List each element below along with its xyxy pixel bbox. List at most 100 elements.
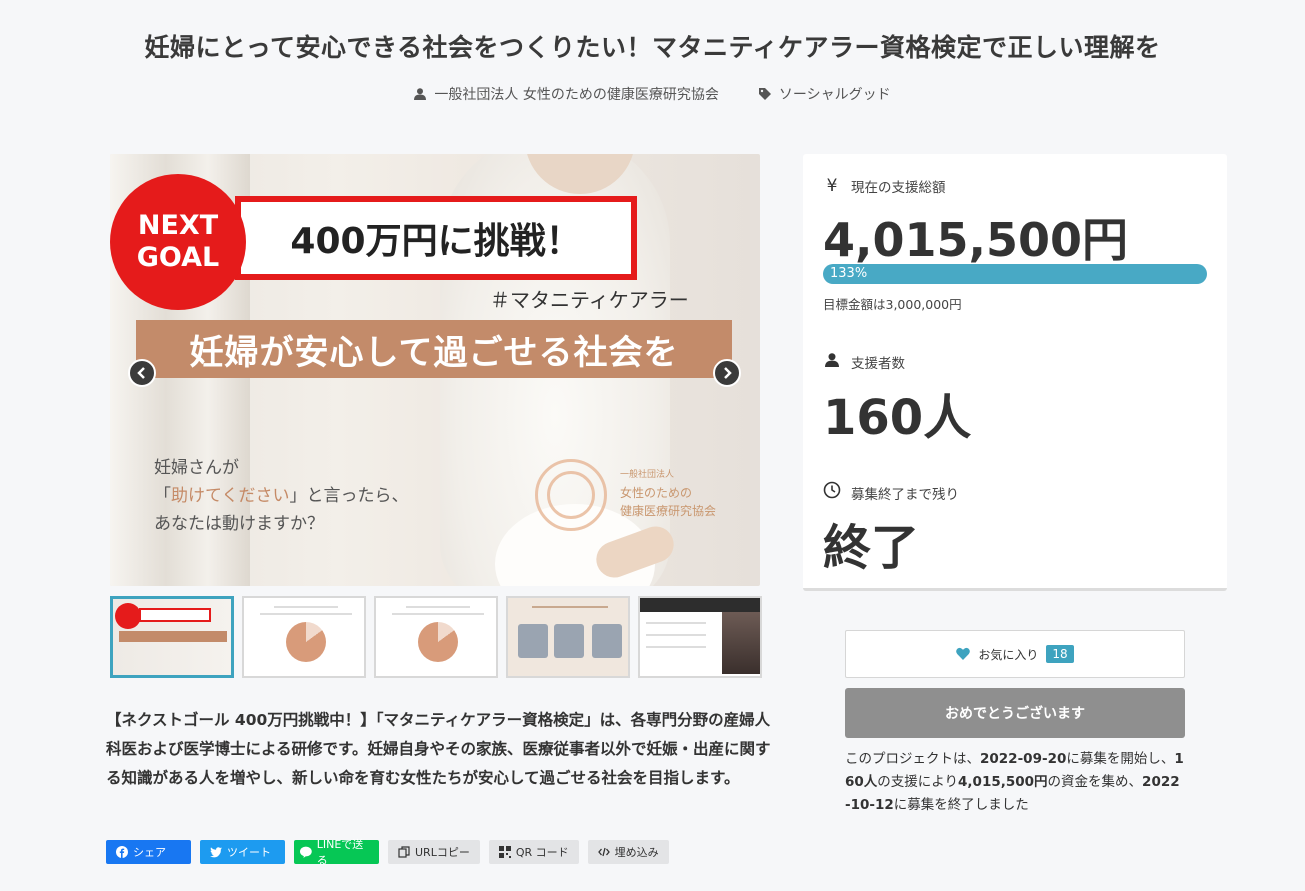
photo-thumb xyxy=(722,612,760,674)
summary-text: の支援により xyxy=(877,774,959,790)
goal-text: 400万円に挑戦！ xyxy=(235,196,637,280)
backers-label: 支援者数 xyxy=(823,352,905,372)
clock-icon xyxy=(823,481,841,504)
summary-text: に募集を終了しました xyxy=(893,797,1029,813)
tag-icon xyxy=(758,88,771,100)
copy-line1: 妊婦さんが xyxy=(154,458,239,478)
logo-line1: 一般社団法人 xyxy=(620,470,675,480)
total-label: ¥ 現在の支援総額 xyxy=(823,176,946,196)
qr-icon xyxy=(498,846,511,858)
thumb-band xyxy=(119,631,227,642)
thumb-text-line xyxy=(646,622,706,624)
favorite-button[interactable]: お気に入り 18 xyxy=(845,630,1185,678)
logo-line2: 女性のための xyxy=(620,486,693,500)
thumbnail-5[interactable] xyxy=(638,596,762,678)
pie-chart-thumb xyxy=(286,622,326,662)
thumb-goal-box xyxy=(139,608,211,622)
remaining-label: 募集終了まで残り xyxy=(823,481,959,504)
thumbnail-1[interactable] xyxy=(110,596,234,678)
hero-copy: 妊婦さんが 「助けてください」と言ったら、 あなたは動けますか？ xyxy=(154,454,409,538)
thumb-goal-badge xyxy=(115,603,141,629)
embed-label: 埋め込み xyxy=(614,846,659,859)
thumbnail-strip xyxy=(110,596,762,678)
share-bar: シェア ツイート LINEで送る URLコピー QR コード 埋め込み xyxy=(106,838,669,867)
url-copy-button[interactable]: URLコピー xyxy=(388,840,480,864)
facebook-icon xyxy=(116,846,128,858)
logo-line3: 健康医療研究協会 xyxy=(620,504,717,518)
thumb-text-line xyxy=(392,613,484,615)
copy-accent: 助けてください xyxy=(171,486,290,506)
band-text: 妊婦が安心して過ごせる社会を xyxy=(136,320,732,378)
thumb-text-line xyxy=(260,613,352,615)
thumb-text-line xyxy=(646,646,706,648)
favorite-count-badge: 18 xyxy=(1046,645,1074,663)
line-label: LINEで送る xyxy=(316,838,364,867)
backers-label-text: 支援者数 xyxy=(851,356,905,372)
facebook-share-button[interactable]: シェア xyxy=(106,840,191,864)
main-image: 400万円に挑戦！ NEXT GOAL ＃マタニティケアラー 妊婦が安心して過ご… xyxy=(110,154,760,586)
chevron-left-icon xyxy=(137,367,145,379)
start-date: 2022-09-20 xyxy=(980,751,1067,767)
hashtag: ＃マタニティケアラー xyxy=(490,288,689,312)
copy-rest: 」と言ったら、 xyxy=(289,486,409,506)
thumb-text-line xyxy=(532,606,608,608)
organizer-name[interactable]: 一般社団法人 女性のための健康医療研究協会 xyxy=(434,84,718,104)
user-icon xyxy=(414,88,427,100)
project-meta: 一般社団法人 女性のための健康医療研究協会 ソーシャルグッド xyxy=(0,84,1305,104)
remaining-value: 終了 xyxy=(823,520,920,576)
category[interactable]: ソーシャルグッド xyxy=(758,84,891,104)
copy-icon xyxy=(398,846,410,858)
goal-amount: 目標金額は3,000,000円 xyxy=(823,297,962,312)
progress-bar: 133% xyxy=(823,264,1207,284)
logo-ring-inner-icon xyxy=(547,471,595,519)
twitter-icon xyxy=(210,847,222,858)
pie-chart-thumb xyxy=(418,622,458,662)
badge-line2: GOAL xyxy=(136,242,220,273)
photo-thumb xyxy=(592,624,622,658)
url-copy-label: URLコピー xyxy=(415,846,470,859)
prev-slide-button[interactable] xyxy=(128,359,156,387)
thumb-text-line xyxy=(406,606,470,608)
photo-thumb xyxy=(554,624,584,658)
embed-button[interactable]: 埋め込み xyxy=(587,840,669,864)
user-icon xyxy=(823,352,841,372)
thumb-header xyxy=(640,598,760,612)
remaining-label-text: 募集終了まで残り xyxy=(851,486,959,503)
summary-text: このプロジェクトは、 xyxy=(845,751,980,767)
quote-open: 「 xyxy=(154,486,171,506)
chevron-right-icon xyxy=(724,367,732,379)
project-description: 【ネクストゴール 400万円挑戦中！】「マタニティケアラー資格検定」は、各専門分… xyxy=(106,711,771,787)
copy-line2: 「助けてください」と言ったら、 xyxy=(154,482,409,510)
facebook-label: シェア xyxy=(133,846,166,859)
qr-label: QR コード xyxy=(515,846,569,859)
project-summary: このプロジェクトは、2022-09-20に募集を開始し、160人の支援により4,… xyxy=(845,748,1185,817)
logo-text: 一般社団法人 女性のための 健康医療研究協会 xyxy=(620,466,716,520)
thumbnail-4[interactable] xyxy=(506,596,630,678)
organizer[interactable]: 一般社団法人 女性のための健康医療研究協会 xyxy=(414,84,719,104)
twitter-share-button[interactable]: ツイート xyxy=(200,840,285,864)
page-title: 妊婦にとって安心できる社会をつくりたい！マタニティケアラー資格検定で正しい理解を xyxy=(144,33,1161,62)
photo-thumb xyxy=(518,624,548,658)
project-ended-button[interactable]: おめでとうございます xyxy=(845,688,1185,738)
funding-panel: ¥ 現在の支援総額 4,015,500円 133% 目標金額は3,000,000… xyxy=(803,154,1227,591)
line-icon xyxy=(300,846,312,858)
code-icon xyxy=(597,847,610,857)
thumbnail-2[interactable] xyxy=(242,596,366,678)
line-share-button[interactable]: LINEで送る xyxy=(294,838,379,867)
qr-code-button[interactable]: QR コード xyxy=(488,840,579,864)
next-goal-badge: NEXT GOAL xyxy=(110,174,246,310)
badge-line1: NEXT xyxy=(137,210,219,241)
total-label-text: 現在の支援総額 xyxy=(851,180,946,196)
category-name[interactable]: ソーシャルグッド xyxy=(779,84,891,104)
next-slide-button[interactable] xyxy=(713,359,741,387)
favorite-label: お気に入り xyxy=(978,647,1039,662)
summary-amount: 4,015,500円 xyxy=(958,774,1048,790)
total-amount: 4,015,500円 xyxy=(823,213,1128,267)
summary-text: に募集を開始し、 xyxy=(1066,751,1175,767)
copy-line3: あなたは動けますか？ xyxy=(154,514,324,534)
summary-text: の資金を集め、 xyxy=(1047,774,1143,790)
yen-icon: ¥ xyxy=(826,176,838,196)
thumb-text-line xyxy=(646,634,706,636)
thumbnail-3[interactable] xyxy=(374,596,498,678)
thumb-text-line xyxy=(274,606,338,608)
